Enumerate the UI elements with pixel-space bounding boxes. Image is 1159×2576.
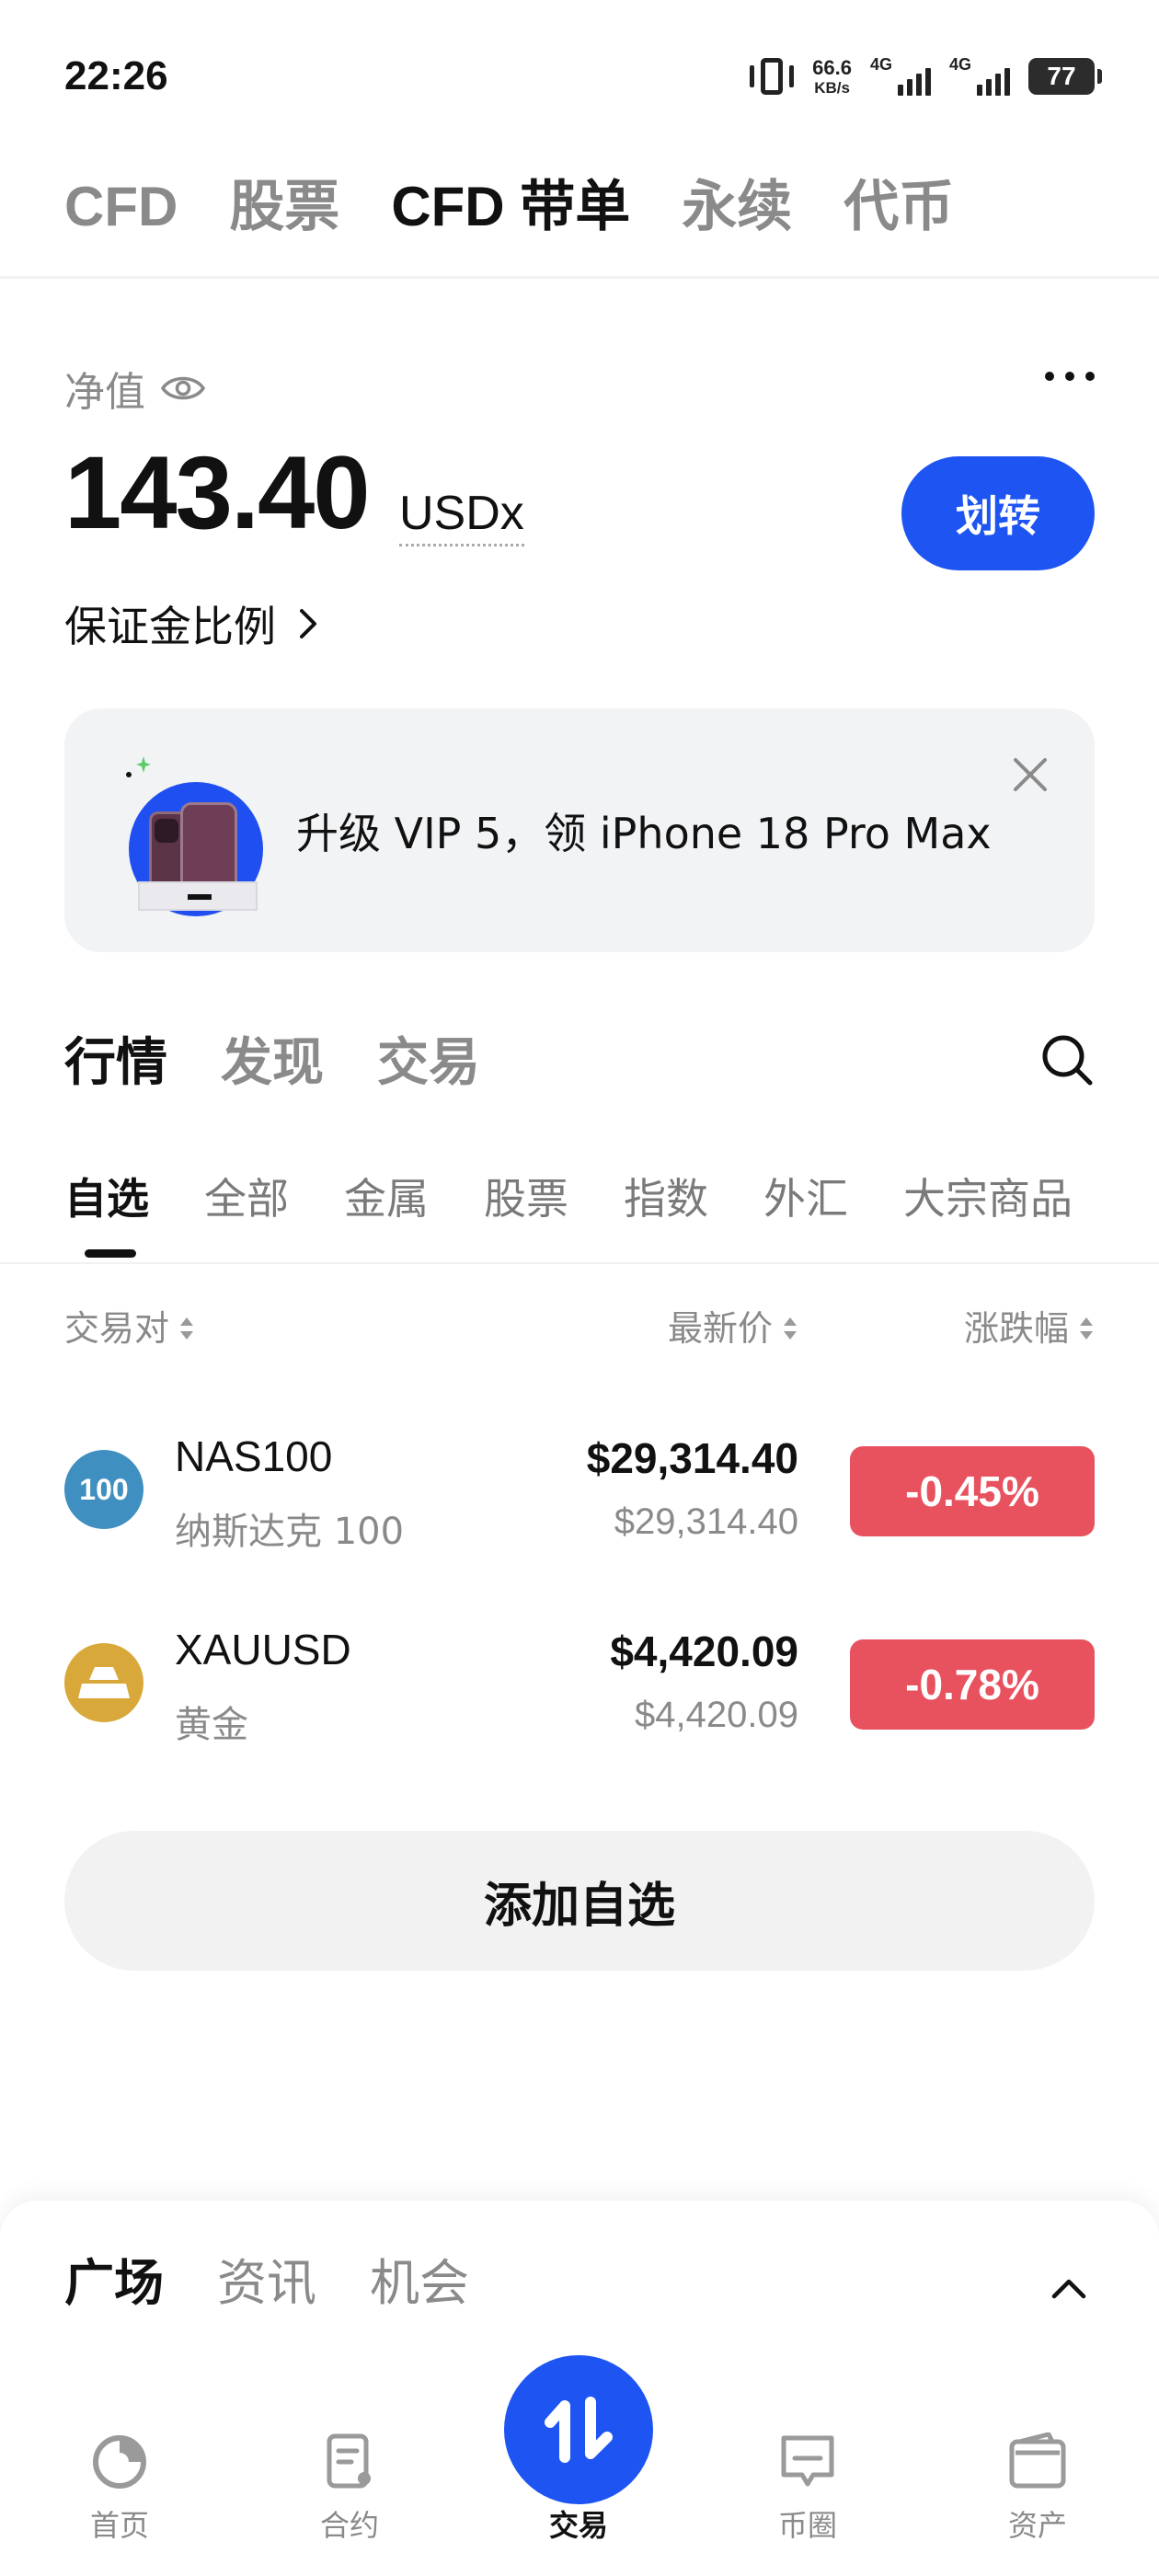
tab-metals[interactable]: 金属 xyxy=(344,1167,429,1231)
chevron-up-icon[interactable] xyxy=(1050,2276,1087,2300)
row-price: $29,314.40 xyxy=(586,1434,798,1482)
margin-ratio-label: 保证金比例 xyxy=(64,602,276,651)
row-price: $4,420.09 xyxy=(610,1627,798,1675)
top-tabs: CFD 股票 CFD 带单 永续 代币 xyxy=(64,166,954,248)
signal-tag: 4G xyxy=(949,55,972,74)
column-price-label: 最新价 xyxy=(667,1308,773,1349)
tab-cfd[interactable]: CFD xyxy=(64,166,178,248)
status-time: 22:26 xyxy=(64,53,168,98)
vibrate-icon xyxy=(750,56,795,97)
battery-level: 77 xyxy=(1047,62,1076,90)
tab-commodities[interactable]: 大宗商品 xyxy=(903,1167,1073,1231)
status-icons: 66.6 KB/s 4G 4G 77 xyxy=(750,53,1102,99)
chevron-right-icon xyxy=(300,609,316,638)
battery-icon: 77 xyxy=(1028,58,1102,95)
row-change-badge[interactable]: -0.45% xyxy=(850,1446,1095,1536)
sparkle-icon xyxy=(126,756,151,777)
nav-assets[interactable]: 资产 xyxy=(955,2432,1120,2545)
wallet-icon xyxy=(1009,2432,1066,2489)
market-row-xauusd[interactable]: XAUUSD 黄金 $4,420.09 $4,420.09 -0.78% xyxy=(0,1603,1159,1768)
sheet-tabs: 广场 资讯 机会 xyxy=(64,2247,469,2320)
nav-home-label: 首页 xyxy=(89,2508,149,2543)
net-speed-value: 66.6 xyxy=(812,55,852,79)
home-icon xyxy=(93,2435,146,2489)
nav-assets-label: 资产 xyxy=(1007,2508,1067,2543)
nav-contract-label: 合约 xyxy=(319,2508,379,2543)
tab-market[interactable]: 行情 xyxy=(64,1027,167,1100)
margin-ratio-link[interactable]: 保证金比例 xyxy=(64,593,318,654)
row-name: 黄金 xyxy=(175,1704,248,1746)
row-change-badge[interactable]: -0.78% xyxy=(850,1639,1095,1730)
column-price[interactable]: 最新价 xyxy=(668,1303,798,1354)
row-sub-price: $4,420.09 xyxy=(635,1695,798,1735)
tab-equities[interactable]: 股票 xyxy=(484,1167,568,1231)
signal-icon: 4G xyxy=(870,55,931,98)
signal-icon: 4G xyxy=(949,55,1010,98)
tab-forex[interactable]: 外汇 xyxy=(763,1167,848,1231)
signal-tag: 4G xyxy=(870,55,893,74)
market-row-nas100[interactable]: 100 NAS100 纳斯达克 100 $29,314.40 $29,314.4… xyxy=(0,1409,1159,1575)
tab-trade[interactable]: 交易 xyxy=(377,1027,480,1100)
nav-trade[interactable]: 交易 xyxy=(496,2432,661,2545)
community-icon xyxy=(781,2435,834,2487)
tab-perpetual[interactable]: 永续 xyxy=(682,166,792,248)
nav-contract[interactable]: 合约 xyxy=(267,2432,432,2545)
nav-trade-label: 交易 xyxy=(548,2508,608,2543)
tab-indices[interactable]: 指数 xyxy=(624,1167,708,1231)
gold-icon xyxy=(64,1643,143,1722)
transfer-button[interactable]: 划转 xyxy=(901,456,1095,570)
nas100-icon-text: 100 xyxy=(79,1472,129,1506)
bottom-nav: 首页 合约 交易 币圈 资产 xyxy=(0,2355,1159,2576)
close-icon[interactable] xyxy=(1010,754,1050,795)
divider xyxy=(0,276,1159,279)
tab-all[interactable]: 全部 xyxy=(204,1167,289,1231)
tab-discover[interactable]: 发现 xyxy=(221,1027,324,1100)
nav-home[interactable]: 首页 xyxy=(37,2432,202,2545)
tab-opportunities[interactable]: 机会 xyxy=(370,2247,469,2320)
add-watchlist-button[interactable]: 添加自选 xyxy=(64,1831,1095,1971)
net-value-unit[interactable]: USDx xyxy=(399,487,524,547)
contract-icon xyxy=(327,2433,371,2489)
iphone-promo-image xyxy=(120,754,267,916)
nas100-icon: 100 xyxy=(64,1450,143,1529)
tab-tokens[interactable]: 代币 xyxy=(843,166,954,248)
more-icon[interactable] xyxy=(1045,372,1095,381)
net-value-amount: 143.40 xyxy=(64,435,371,550)
section-tabs: 行情 发现 交易 xyxy=(64,1027,480,1100)
category-tabs: 自选 全部 金属 股票 指数 外汇 大宗商品 xyxy=(64,1167,1073,1231)
column-pair[interactable]: 交易对 xyxy=(64,1303,195,1354)
status-bar: 22:26 66.6 KB/s 4G 4G 77 xyxy=(0,0,1159,156)
sort-icon xyxy=(784,1317,797,1340)
column-pair-label: 交易对 xyxy=(64,1308,170,1349)
tab-square[interactable]: 广场 xyxy=(64,2247,164,2320)
sort-icon xyxy=(1080,1317,1093,1340)
eye-icon[interactable] xyxy=(160,372,206,405)
tab-stocks[interactable]: 股票 xyxy=(229,166,339,248)
active-tab-indicator xyxy=(85,1249,136,1258)
net-value-header: 净值 xyxy=(64,359,206,418)
row-symbol: NAS100 xyxy=(175,1432,333,1480)
tab-watchlist[interactable]: 自选 xyxy=(64,1167,149,1231)
net-speed-unit: KB/s xyxy=(814,78,850,97)
nav-community-label: 币圈 xyxy=(777,2508,837,2543)
tab-cfd-copy-trading[interactable]: CFD 带单 xyxy=(391,166,630,248)
row-sub-price: $29,314.40 xyxy=(614,1501,798,1542)
sort-icon xyxy=(180,1317,194,1340)
nav-community[interactable]: 币圈 xyxy=(725,2432,890,2545)
row-name: 纳斯达克 100 xyxy=(175,1511,405,1553)
net-speed: 66.6 KB/s xyxy=(812,55,852,97)
column-change-label: 涨跌幅 xyxy=(963,1308,1069,1349)
gold-bars-icon xyxy=(78,1667,130,1698)
tab-news[interactable]: 资讯 xyxy=(217,2247,316,2320)
promo-text: 升级 VIP 5，领 iPhone 18 Pro Max xyxy=(296,809,992,858)
column-change[interactable]: 涨跌幅 xyxy=(964,1303,1095,1354)
divider xyxy=(0,1262,1159,1264)
net-value-label: 净值 xyxy=(64,369,145,416)
search-icon[interactable] xyxy=(1039,1032,1095,1087)
row-symbol: XAUUSD xyxy=(175,1626,351,1673)
promo-banner[interactable]: 升级 VIP 5，领 iPhone 18 Pro Max xyxy=(64,708,1095,952)
